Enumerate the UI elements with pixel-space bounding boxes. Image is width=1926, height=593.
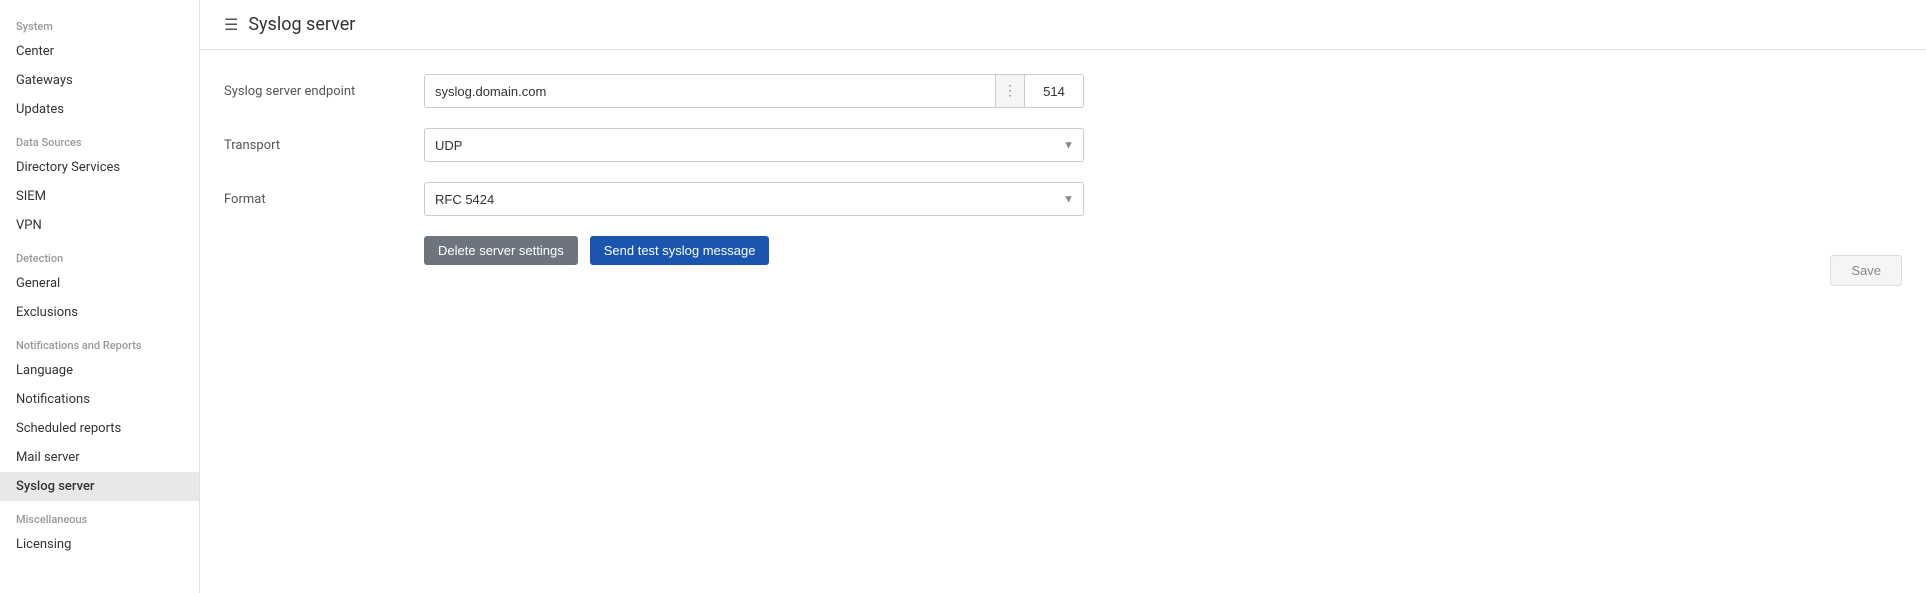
endpoint-input[interactable] (424, 74, 996, 108)
sidebar-item-gateways[interactable]: Gateways (0, 66, 199, 95)
sidebar-item-scheduled-reports[interactable]: Scheduled reports (0, 414, 199, 443)
sidebar-item-language[interactable]: Language (0, 356, 199, 385)
sidebar-item-center[interactable]: Center (0, 37, 199, 66)
port-input[interactable] (1024, 74, 1084, 108)
sidebar-item-syslog-server[interactable]: Syslog server (0, 472, 199, 501)
endpoint-row: Syslog server endpoint ⋮ (224, 74, 1902, 108)
delete-button[interactable]: Delete server settings (424, 236, 578, 265)
sidebar-item-siem[interactable]: SIEM (0, 182, 199, 211)
endpoint-control-group: ⋮ (424, 74, 1084, 108)
test-button[interactable]: Send test syslog message (590, 236, 770, 265)
sidebar-item-notifications[interactable]: Notifications (0, 385, 199, 414)
format-label: Format (224, 192, 424, 207)
page-icon: ☰ (224, 15, 238, 34)
transport-select-wrapper: UDPTCPTLS ▼ (424, 128, 1084, 162)
main-content: ☰ Syslog server Syslog server endpoint ⋮… (200, 0, 1926, 593)
transport-label: Transport (224, 138, 424, 153)
sidebar-item-general[interactable]: General (0, 269, 199, 298)
sidebar-item-licensing[interactable]: Licensing (0, 530, 199, 559)
sidebar-section-label: Data Sources (0, 124, 199, 153)
sidebar-item-mail-server[interactable]: Mail server (0, 443, 199, 472)
endpoint-label: Syslog server endpoint (224, 84, 424, 99)
sidebar-section-label: Notifications and Reports (0, 327, 199, 356)
format-select[interactable]: RFC 5424RFC 3164CEF (424, 182, 1084, 216)
sidebar: SystemCenterGatewaysUpdatesData SourcesD… (0, 0, 200, 593)
port-separator: ⋮ (996, 74, 1024, 108)
sidebar-section-label: System (0, 8, 199, 37)
sidebar-section-label: Detection (0, 240, 199, 269)
save-button[interactable]: Save (1830, 255, 1902, 286)
format-row: Format RFC 5424RFC 3164CEF ▼ (224, 182, 1902, 216)
format-select-wrapper: RFC 5424RFC 3164CEF ▼ (424, 182, 1084, 216)
sidebar-item-exclusions[interactable]: Exclusions (0, 298, 199, 327)
actions-row: Delete server settings Send test syslog … (224, 236, 1902, 265)
transport-row: Transport UDPTCPTLS ▼ (224, 128, 1902, 162)
sidebar-item-vpn[interactable]: VPN (0, 211, 199, 240)
sidebar-item-updates[interactable]: Updates (0, 95, 199, 124)
sidebar-section-label: Miscellaneous (0, 501, 199, 530)
sidebar-item-directory-services[interactable]: Directory Services (0, 153, 199, 182)
form-area: Syslog server endpoint ⋮ Transport UDPTC… (200, 50, 1926, 593)
page-header: ☰ Syslog server (200, 0, 1926, 50)
transport-select[interactable]: UDPTCPTLS (424, 128, 1084, 162)
page-title: Syslog server (248, 14, 355, 35)
